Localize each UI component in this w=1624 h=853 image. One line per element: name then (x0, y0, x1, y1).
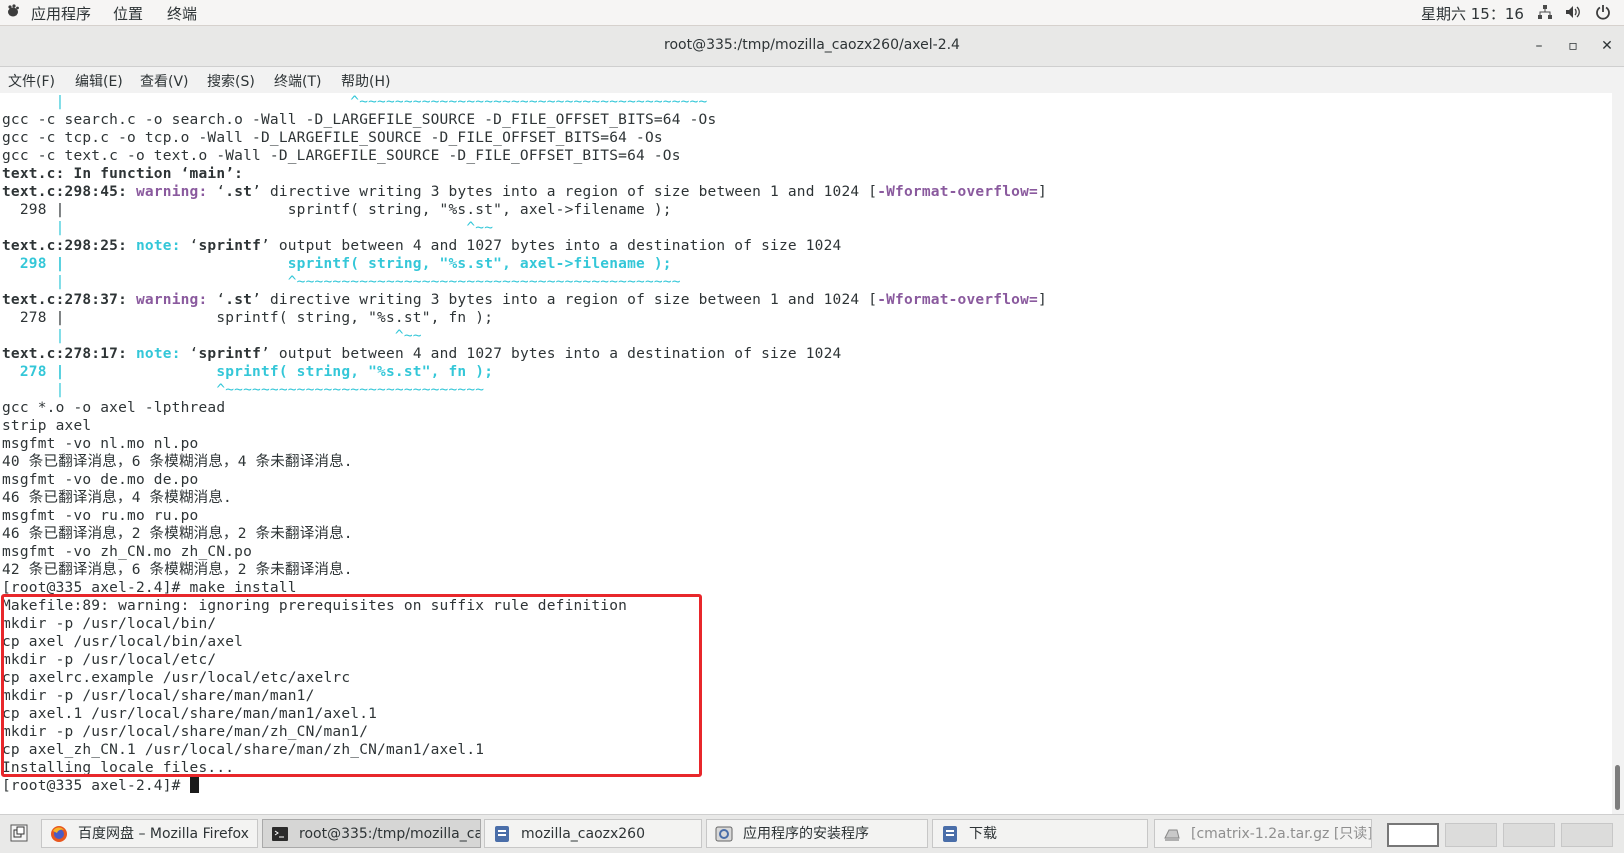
terminal-line: 46 条已翻译消息，4 条模糊消息. (2, 490, 232, 506)
task-software-installer[interactable]: 应用程序的安装程序 (706, 819, 928, 848)
network-icon[interactable] (1537, 4, 1553, 20)
applications-menu[interactable]: 应用程序 (31, 3, 91, 24)
clock[interactable]: 星期六 15：16 (1421, 3, 1524, 24)
terminal-line: strip axel (2, 418, 92, 434)
terminal-line: msgfmt -vo ru.mo ru.po (2, 508, 199, 524)
terminal-line: 298 | sprintf( string, "%s.st", axel->fi… (2, 256, 672, 272)
terminal-line: text.c: In function ‘main’: (2, 166, 244, 182)
terminal-line: gcc -c tcp.c -o tcp.o -Wall -D_LARGEFILE… (2, 130, 663, 146)
terminal-line-note: text.c:278:17: note: ‘sprintf’ output be… (2, 346, 842, 362)
terminal-line-warning: text.c:278:37: warning: ‘.st’ directive … (2, 292, 1047, 308)
terminal-output[interactable]: | ^~~~~~~~~~~~~~~~~~~~~~~~~~~~~~~~~~~~~~… (0, 93, 1612, 814)
task-firefox[interactable]: 百度网盘 – Mozilla Firefox (41, 819, 258, 848)
terminal-line: 46 条已翻译消息，2 条模糊消息，2 条未翻译消息. (2, 526, 353, 542)
task-terminal[interactable]: root@335:/tmp/mozilla_ca··· (262, 819, 481, 848)
volume-icon[interactable] (1565, 4, 1581, 20)
archive-icon (1164, 829, 1180, 841)
workspace-2[interactable] (1445, 823, 1497, 847)
menu-bar: 文件(F) 编辑(E) 查看(V) 搜索(S) 终端(T) 帮助(H) (0, 67, 1624, 93)
show-desktop-icon[interactable] (10, 824, 28, 842)
software-installer-icon (715, 826, 733, 842)
terminal-line: 40 条已翻译消息，6 条模糊消息，4 条未翻译消息. (2, 454, 353, 470)
menu-terminal[interactable]: 终端(T) (274, 71, 321, 91)
task-archive[interactable]: [cmatrix-1.2a.tar.gz [只读]] (1154, 819, 1372, 848)
task-label: 应用程序的安装程序 (743, 826, 869, 842)
menu-view[interactable]: 查看(V) (140, 71, 189, 91)
task-label: 下载 (969, 826, 997, 842)
terminal-line: msgfmt -vo nl.mo nl.po (2, 436, 199, 452)
task-label: [cmatrix-1.2a.tar.gz [只读]] (1191, 826, 1372, 842)
terminal-line: | ^~~ (2, 220, 494, 236)
places-menu[interactable]: 位置 (113, 3, 143, 24)
terminal-line: 278 | sprintf( string, "%s.st", fn ); (2, 364, 494, 380)
terminal-line-note: text.c:298:25: note: ‘sprintf’ output be… (2, 238, 842, 254)
terminal-prompt[interactable]: [root@335 axel-2.4]# (2, 777, 199, 795)
menu-search[interactable]: 搜索(S) (207, 71, 255, 91)
terminal-line: | ^~~~~~~~~~~~~~~~~~~~~~~~~~~~~~ (2, 382, 485, 398)
menu-file[interactable]: 文件(F) (8, 71, 55, 91)
terminal-line: gcc *.o -o axel -lpthread (2, 400, 226, 416)
close-button[interactable]: ✕ (1597, 36, 1617, 56)
terminal-line: msgfmt -vo zh_CN.mo zh_CN.po (2, 544, 253, 560)
maximize-button[interactable]: ▫ (1563, 36, 1583, 56)
terminal-line: gcc -c search.c -o search.o -Wall -D_LAR… (2, 112, 717, 128)
terminal-line: gcc -c text.c -o text.o -Wall -D_LARGEFI… (2, 148, 681, 164)
terminal-line: 42 条已翻译消息，6 条模糊消息，2 条未翻译消息. (2, 562, 353, 578)
taskbar: 百度网盘 – Mozilla Firefox root@335:/tmp/moz… (0, 814, 1624, 853)
workspace-4[interactable] (1561, 823, 1613, 847)
terminal-icon (272, 827, 288, 841)
task-label: root@335:/tmp/mozilla_ca··· (299, 826, 481, 842)
task-label: mozilla_caozx260 (521, 826, 645, 842)
terminal-line: 278 | sprintf( string, "%s.st", fn ); (2, 310, 494, 326)
prompt-text: [root@335 axel-2.4]# (2, 778, 190, 794)
file-manager-icon (943, 826, 957, 842)
top-bar: 应用程序 位置 终端 星期六 15：16 (0, 0, 1624, 26)
task-label: 百度网盘 – Mozilla Firefox (78, 826, 249, 842)
terminal-line: | ^~~ (2, 328, 422, 344)
terminal-line: 298 | sprintf( string, "%s.st", axel->fi… (2, 202, 672, 218)
minimize-button[interactable]: – (1529, 36, 1549, 56)
menu-help[interactable]: 帮助(H) (341, 71, 390, 91)
terminal-line: msgfmt -vo de.mo de.po (2, 472, 199, 488)
workspace-1[interactable] (1387, 823, 1439, 847)
terminal-line: | ^~~~~~~~~~~~~~~~~~~~~~~~~~~~~~~~~~~~~~… (2, 94, 708, 110)
file-manager-icon (495, 826, 509, 842)
highlight-annotation-box (1, 594, 702, 777)
terminal-scrollbar[interactable] (1612, 93, 1624, 814)
task-file-manager[interactable]: mozilla_caozx260 (484, 819, 702, 848)
window-title: root@335:/tmp/mozilla_caozx260/axel-2.4 (664, 37, 960, 53)
terminal-line-warning: text.c:298:45: warning: ‘.st’ directive … (2, 184, 1047, 200)
menu-edit[interactable]: 编辑(E) (75, 71, 123, 91)
text-cursor (189, 777, 199, 793)
workspace-3[interactable] (1503, 823, 1555, 847)
window-titlebar[interactable]: root@335:/tmp/mozilla_caozx260/axel-2.4 … (0, 26, 1624, 67)
terminal-line: | ^~~~~~~~~~~~~~~~~~~~~~~~~~~~~~~~~~~~~~… (2, 274, 681, 290)
task-downloads[interactable]: 下载 (932, 819, 1148, 848)
power-icon[interactable] (1595, 4, 1611, 20)
applications-icon[interactable] (6, 4, 20, 18)
firefox-icon (51, 826, 67, 842)
terminal-app-menu[interactable]: 终端 (167, 3, 197, 24)
scrollbar-thumb[interactable] (1615, 765, 1620, 810)
